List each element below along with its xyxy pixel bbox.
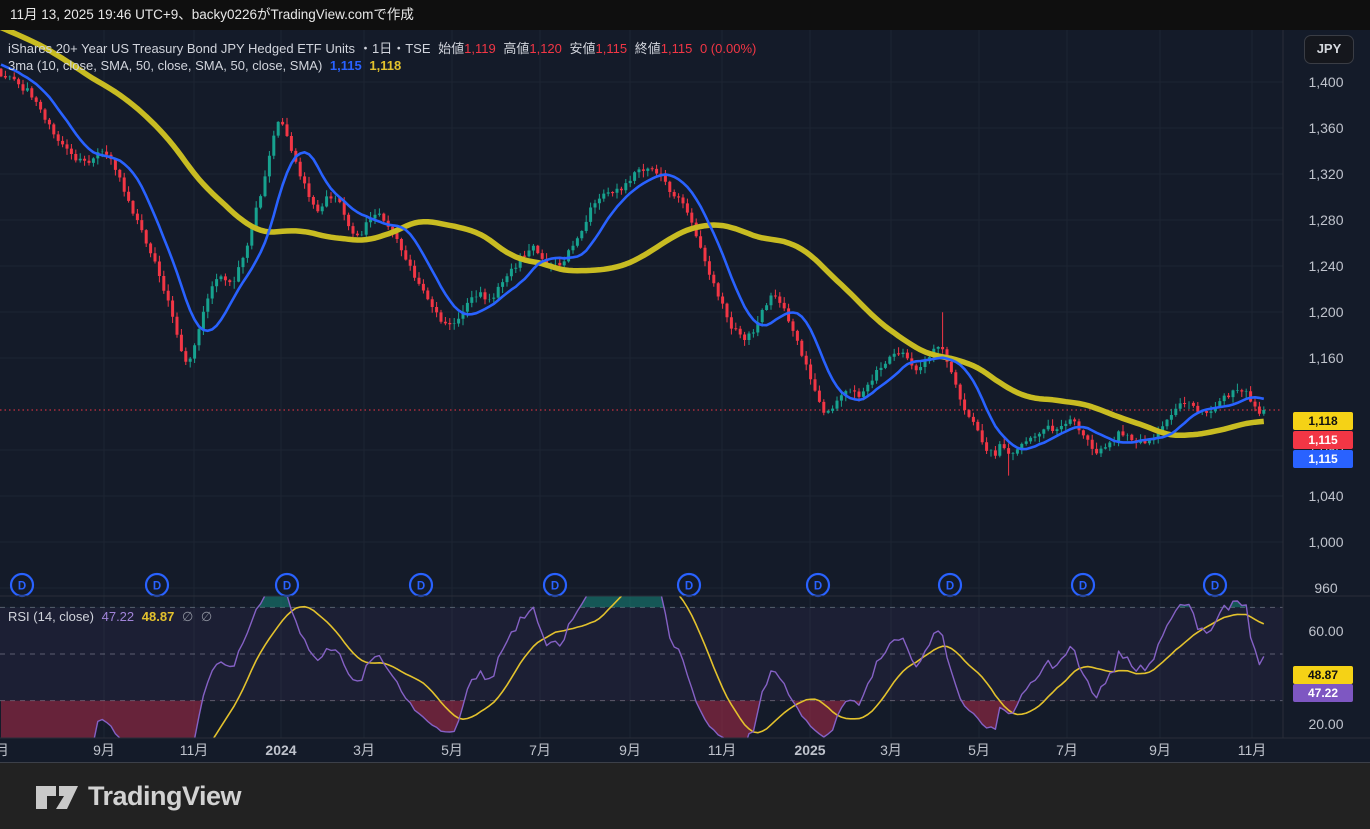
interval-exchange: ・1日・TSE (359, 41, 431, 56)
rsi-ma-value: 48.87 (142, 609, 175, 624)
sma10-line (1, 65, 1264, 450)
axis-label: 1,400 (1308, 74, 1343, 90)
chart-surface[interactable]: D D D D D D D D D D 1,400 1,360 1,320 1,280 1,240 1,200… (0, 30, 1370, 762)
axis-label: 1,240 (1308, 258, 1343, 274)
axis-label: 1,160 (1308, 350, 1343, 366)
open-label: 始値 (438, 41, 464, 56)
low-value: 1,115 (596, 41, 628, 56)
svg-text:D: D (153, 581, 161, 593)
axis-label: 3月 (353, 742, 375, 758)
svg-text:D: D (551, 581, 559, 593)
high-label: 高値 (503, 41, 529, 56)
tradingview-logo-icon[interactable] (34, 780, 80, 812)
sma50-value: 1,118 (369, 58, 401, 73)
svg-text:D: D (685, 581, 693, 593)
axis-label: 7月 (529, 742, 551, 758)
rsi-indicator-legend: RSI (14, close) 47.22 48.87 ∅ ∅ (8, 609, 216, 625)
attribution-bar: 11月 13, 2025 19:46 UTC+9、backy0226がTradi… (0, 0, 1370, 30)
axis-label: 960 (1314, 580, 1338, 596)
rsi-hidden-value-icon-1: ∅ (182, 609, 193, 624)
chart-container: D D D D D D D D D D 1,400 1,360 1,320 1,280 1,240 1,200… (0, 30, 1370, 763)
axis-label: 1,200 (1308, 304, 1343, 320)
axis-label: 1,360 (1308, 120, 1343, 136)
price-badge-sma50: 1,118 (1293, 412, 1353, 430)
rsi-legend-label[interactable]: RSI (14, close) (8, 609, 94, 624)
dividend-markers-layer[interactable]: DDDDDDDDDD (11, 574, 1226, 596)
tradingview-snapshot: 11月 13, 2025 19:46 UTC+9、backy0226がTradi… (0, 0, 1370, 829)
axis-label: 1,000 (1308, 534, 1343, 550)
axis-label: 7月 (1056, 742, 1078, 758)
axis-label: 月 (0, 742, 9, 758)
ma-indicator-legend: 3ma (10, close, SMA, 50, close, SMA, 50,… (8, 58, 405, 73)
axis-label: 2025 (794, 742, 825, 758)
sma-lines-layer (1, 30, 1264, 449)
open-value: 1,119 (464, 41, 496, 56)
svg-text:D: D (417, 581, 425, 593)
symbol-title[interactable]: iShares 20+ Year US Treasury Bond JPY He… (8, 41, 355, 56)
candles-layer (1, 68, 1264, 476)
sma10-value: 1,115 (330, 58, 362, 73)
axis-label: 2024 (265, 742, 296, 758)
svg-text:D: D (18, 581, 26, 593)
axis-label: 11月 (180, 742, 209, 758)
axis-label: 1,320 (1308, 166, 1343, 182)
axis-label: 11月 (1238, 742, 1267, 758)
axis-label: 9月 (619, 742, 641, 758)
currency-toggle-button[interactable]: JPY (1304, 35, 1354, 64)
close-value: 1,115 (661, 41, 693, 56)
price-badge-last-price: 1,115 (1293, 431, 1353, 449)
axis-label: 5月 (441, 742, 463, 758)
axis-label: 20.00 (1308, 716, 1343, 732)
axis-label: 1,280 (1308, 212, 1343, 228)
axis-label: 9月 (93, 742, 115, 758)
symbol-legend: iShares 20+ Year US Treasury Bond JPY He… (8, 38, 760, 57)
tradingview-wordmark[interactable]: TradingView (88, 781, 241, 812)
rsi-hidden-value-icon-2: ∅ (201, 609, 212, 624)
svg-text:D: D (814, 581, 822, 593)
rsi-value: 47.22 (102, 609, 135, 624)
axis-label: 1,040 (1308, 488, 1343, 504)
high-value: 1,120 (529, 41, 562, 56)
axis-label: 5月 (968, 742, 990, 758)
attribution-text: 11月 13, 2025 19:46 UTC+9、backy0226がTradi… (10, 7, 414, 22)
axis-label: 9月 (1149, 742, 1171, 758)
svg-text:D: D (1079, 581, 1087, 593)
rsi-badge-value: 47.22 (1293, 684, 1353, 702)
rsi-badge-ma: 48.87 (1293, 666, 1353, 684)
axis-label: 3月 (880, 742, 902, 758)
axis-label: 60.00 (1308, 623, 1343, 639)
sma50-line (1, 30, 1264, 435)
svg-text:D: D (283, 581, 291, 593)
price-badge-sma10: 1,115 (1293, 450, 1353, 468)
ma-legend-label[interactable]: 3ma (10, close, SMA, 50, close, SMA, 50,… (8, 58, 322, 73)
footer-bar: TradingView (0, 763, 1370, 829)
svg-text:D: D (1211, 581, 1219, 593)
axis-label: 11月 (708, 742, 737, 758)
svg-text:D: D (946, 581, 954, 593)
close-label: 終値 (635, 41, 661, 56)
low-label: 安値 (570, 41, 596, 56)
change-value: 0 (0.00%) (700, 41, 756, 56)
